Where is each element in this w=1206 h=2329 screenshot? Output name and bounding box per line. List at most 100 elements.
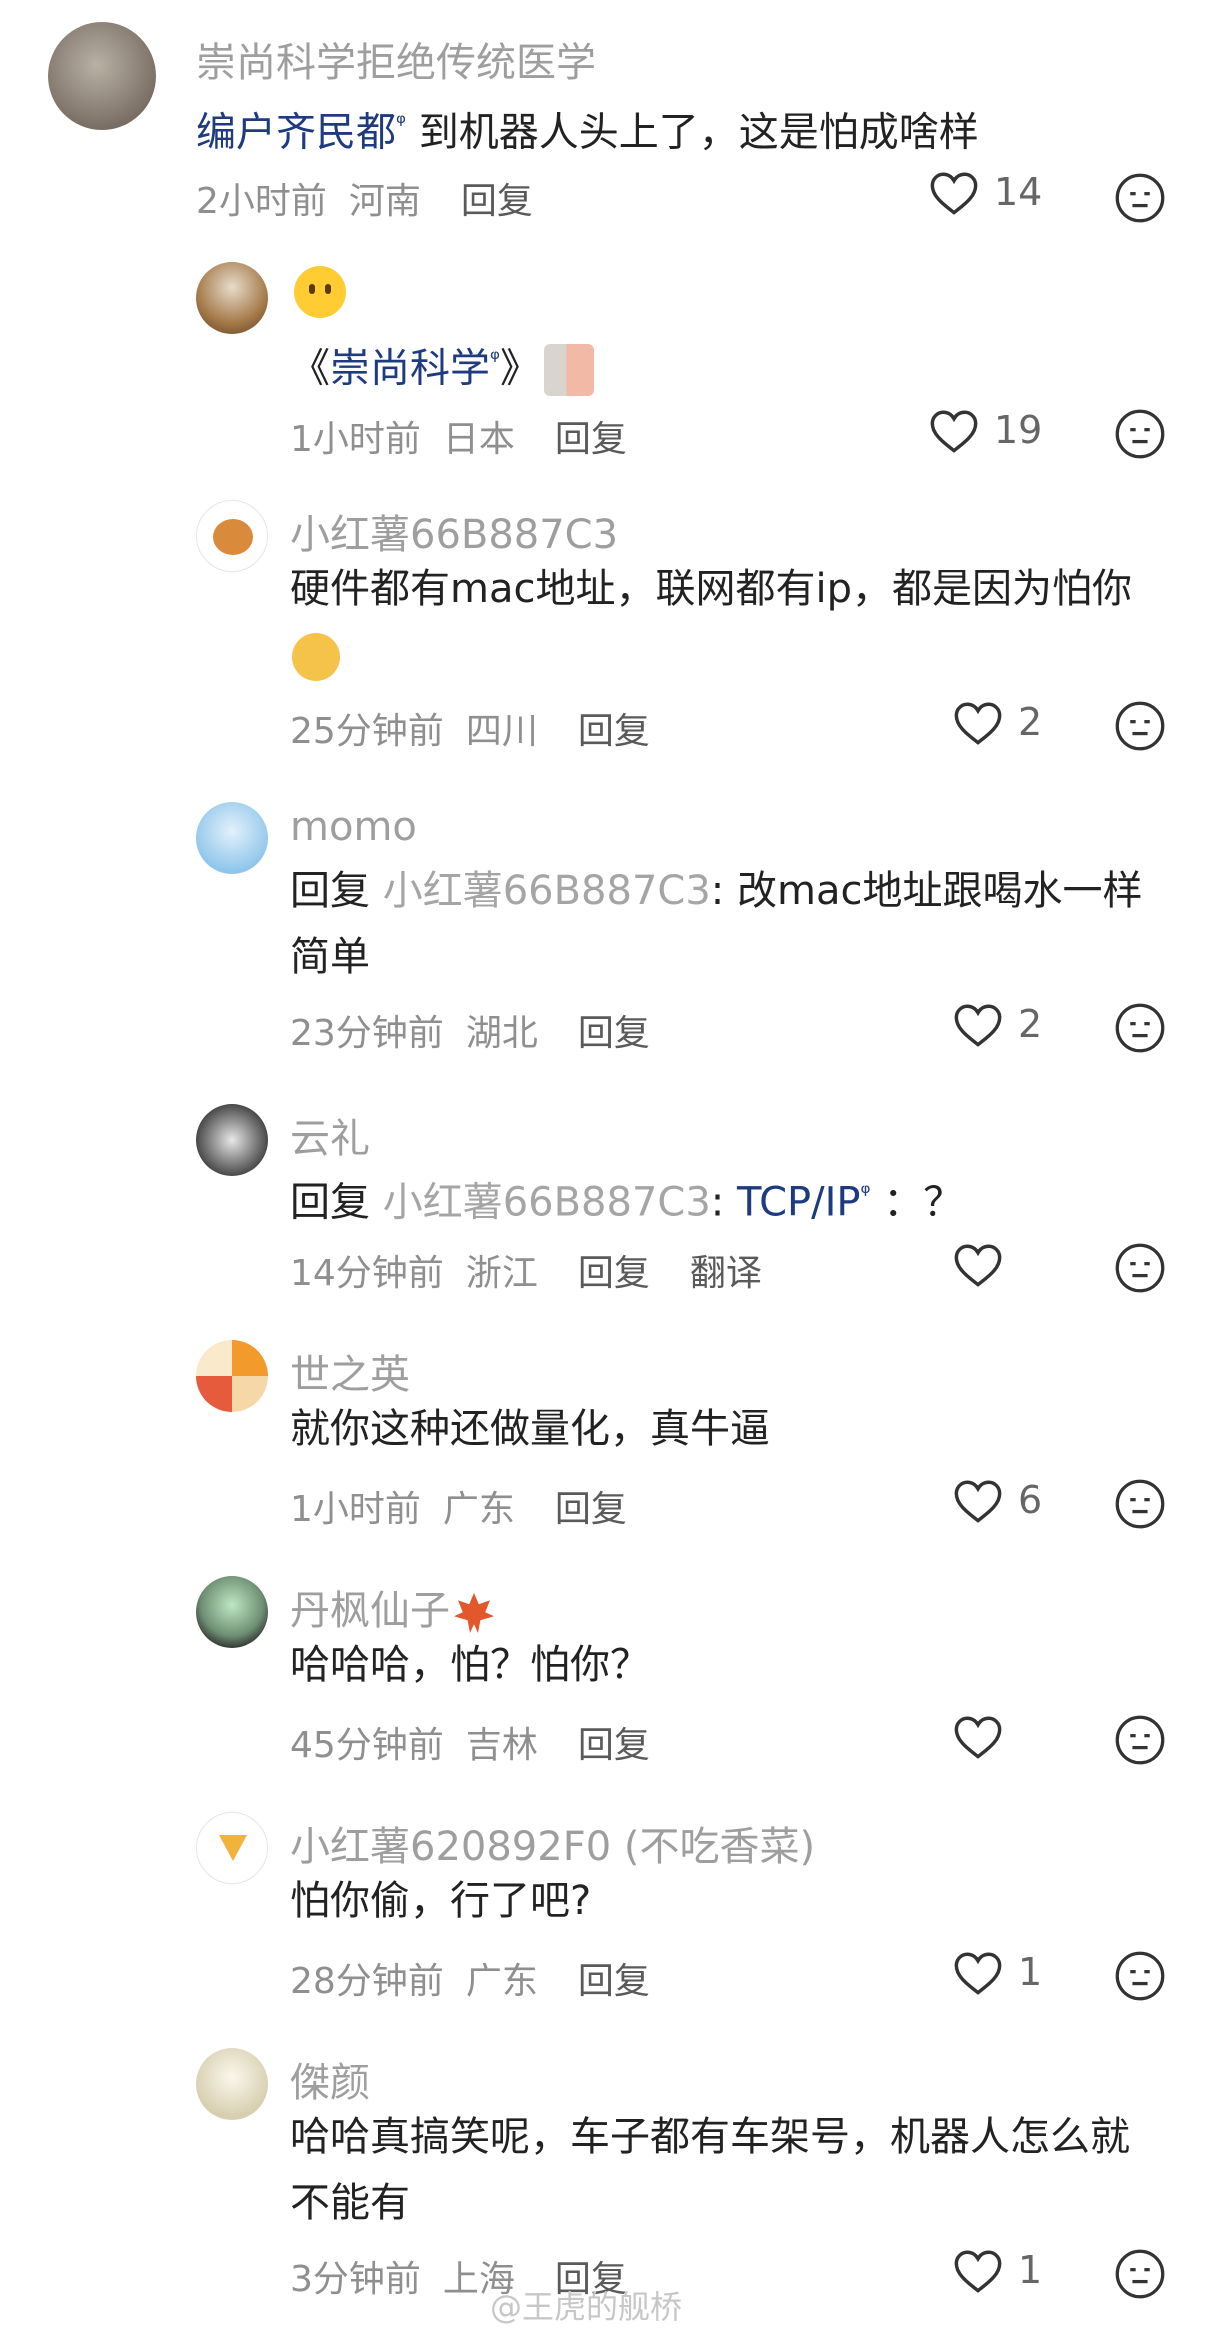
like-button[interactable]: 19	[928, 406, 1042, 454]
reply-button[interactable]: 回复	[578, 1253, 650, 1294]
heart-icon	[954, 1716, 1002, 1759]
like-button[interactable]	[952, 1712, 1018, 1760]
comment-item: momo 回复 小红薯66B887C3: 改mac地址跟喝水一样简单 23分钟前…	[0, 792, 1206, 1062]
like-button[interactable]: 6	[952, 1476, 1042, 1524]
translate-button[interactable]: 翻译	[690, 1253, 762, 1294]
like-button[interactable]: 1	[952, 1948, 1042, 1996]
heart-icon	[954, 1244, 1002, 1287]
comment-time: 28分钟前	[290, 1961, 444, 2002]
comment-time: 1小时前	[290, 1489, 421, 1530]
like-count: 1	[1018, 1950, 1043, 1994]
comment-username[interactable]: 傑颜	[290, 2050, 370, 2108]
comment-time: 1小时前	[290, 419, 421, 460]
comment-item: 世之英 就你这种还做量化，真牛逼 1小时前 广东 回复 6	[0, 1330, 1206, 1530]
reaction-icon[interactable]	[1114, 408, 1166, 460]
comment-username[interactable]: 世之英	[290, 1342, 410, 1400]
comment-meta: 28分钟前 广东 回复	[290, 1952, 672, 2004]
avatar[interactable]	[196, 2048, 268, 2120]
comment-location: 浙江	[465, 1253, 538, 1294]
comment-time: 14分钟前	[290, 1253, 444, 1294]
heart-icon	[930, 172, 978, 215]
like-count: 2	[1018, 1002, 1043, 1046]
reply-button[interactable]: 回复	[461, 181, 533, 222]
heart-icon	[954, 1480, 1002, 1523]
like-button[interactable]	[952, 1240, 1018, 1288]
comment-meta: 1小时前 日本 回复	[290, 410, 649, 462]
reaction-icon[interactable]	[1114, 1002, 1166, 1054]
reply-target-username[interactable]: 小红薯66B887C3	[383, 868, 711, 914]
comment-item: 丹枫仙子 哈哈哈，怕？怕你？ 45分钟前 吉林 回复	[0, 1566, 1206, 1766]
like-button[interactable]: 2	[952, 1000, 1042, 1048]
like-count: 6	[1018, 1478, 1043, 1522]
reaction-icon[interactable]	[1114, 1950, 1166, 2002]
reaction-icon[interactable]	[1114, 1478, 1166, 1530]
comment-meta: 23分钟前 湖北 回复	[290, 1004, 672, 1056]
reply-button[interactable]: 回复	[578, 1725, 650, 1766]
comment-username[interactable]: 崇尚科学拒绝传统医学	[196, 30, 596, 88]
hashtag-link[interactable]: 崇尚科学	[330, 345, 490, 391]
like-button[interactable]: 14	[928, 168, 1042, 216]
comment-text: 怕你偷，行了吧?	[290, 1878, 592, 1924]
emoji-face-icon	[294, 266, 346, 318]
comment-time: 25分钟前	[290, 711, 444, 752]
comment-item: 小红薯66B887C3 硬件都有mac地址，联网都有ip，都是因为怕你 25分钟…	[0, 490, 1206, 760]
heart-icon	[954, 702, 1002, 745]
reaction-icon[interactable]	[1114, 700, 1166, 752]
comment-meta: 25分钟前 四川 回复	[290, 702, 672, 754]
comment-meta: 1小时前 广东 回复	[290, 1480, 649, 1532]
comment-username[interactable]: momo	[290, 804, 417, 850]
hashtag-link[interactable]: TCP/IP	[737, 1179, 861, 1225]
search-icon: ᵠ	[396, 109, 406, 137]
reply-button[interactable]: 回复	[578, 711, 650, 752]
comment-location: 日本	[442, 419, 515, 460]
comment-username[interactable]: 小红薯620892F0 (不吃香菜)	[290, 1814, 815, 1872]
avatar[interactable]	[196, 500, 268, 572]
maple-leaf-icon	[454, 1593, 494, 1633]
comment-item: 小红薯620892F0 (不吃香菜) 怕你偷，行了吧? 28分钟前 广东 回复 1	[0, 1802, 1206, 2002]
comment-meta: 45分钟前 吉林 回复	[290, 1716, 672, 1768]
comment-meta: 2小时前 河南 回复	[196, 172, 555, 224]
reply-button[interactable]: 回复	[578, 1961, 650, 2002]
watermark: @王虎的舰桥	[490, 2288, 683, 2326]
avatar[interactable]	[48, 22, 156, 130]
avatar[interactable]	[196, 1340, 268, 1412]
reaction-icon[interactable]	[1114, 1242, 1166, 1294]
comment-username[interactable]: 丹枫仙子	[290, 1578, 494, 1636]
like-button[interactable]: 1	[952, 2246, 1042, 2294]
sticker-icon	[543, 344, 594, 397]
avatar[interactable]	[196, 802, 268, 874]
comment-item: 傑颜 哈哈真搞笑呢，车子都有车架号，机器人怎么就不能有 3分钟前 上海 回复 1	[0, 2038, 1206, 2308]
reply-button[interactable]: 回复	[555, 1489, 627, 1530]
avatar[interactable]	[196, 262, 268, 334]
comment-item: 崇尚科学拒绝传统医学 编户齐民都ᵠ 到机器人头上了，这是怕成啥样 2小时前 河南回…	[0, 0, 1206, 223]
comment-time: 2小时前	[196, 181, 327, 222]
avatar[interactable]	[196, 1576, 268, 1648]
heart-icon	[954, 2250, 1002, 2293]
heart-icon	[930, 410, 978, 453]
reply-button[interactable]: 回复	[555, 419, 627, 460]
reply-button[interactable]: 回复	[578, 1013, 650, 1054]
reaction-icon[interactable]	[1114, 2248, 1166, 2300]
comment-location: 四川	[465, 711, 538, 752]
comment-username[interactable]: 小红薯66B887C3	[290, 502, 618, 560]
like-button[interactable]: 2	[952, 698, 1042, 746]
reaction-icon[interactable]	[1114, 1714, 1166, 1766]
comment-meta: 14分钟前 浙江 回复 翻译	[290, 1244, 784, 1296]
reply-target-username[interactable]: 小红薯66B887C3	[383, 1179, 711, 1225]
comment-time: 3分钟前	[290, 2259, 421, 2300]
comment-item: 云礼 回复 小红薯66B887C3: TCP/IPᵠ ：？ 14分钟前 浙江 回复翻…	[0, 1094, 1206, 1294]
comment-location: 吉林	[465, 1725, 538, 1766]
comment-time: 45分钟前	[290, 1725, 444, 1766]
avatar[interactable]	[196, 1812, 268, 1884]
comment-item: 《崇尚科学ᵠ》 1小时前 日本 回复 19	[0, 250, 1206, 490]
search-icon: ᵠ	[860, 1179, 871, 1207]
hashtag-link[interactable]: 编户齐民都	[196, 109, 396, 155]
comment-text: 就你这种还做量化，真牛逼	[290, 1406, 770, 1452]
reaction-icon[interactable]	[1114, 172, 1166, 224]
avatar[interactable]	[196, 1104, 268, 1176]
heart-icon	[954, 1004, 1002, 1047]
comment-location: 广东	[442, 1489, 515, 1530]
comment-text: 硬件都有mac地址，联网都有ip，都是因为怕你	[290, 556, 1150, 688]
comment-username[interactable]: 云礼	[290, 1106, 370, 1164]
comment-text: 《崇尚科学ᵠ》	[290, 326, 1050, 401]
